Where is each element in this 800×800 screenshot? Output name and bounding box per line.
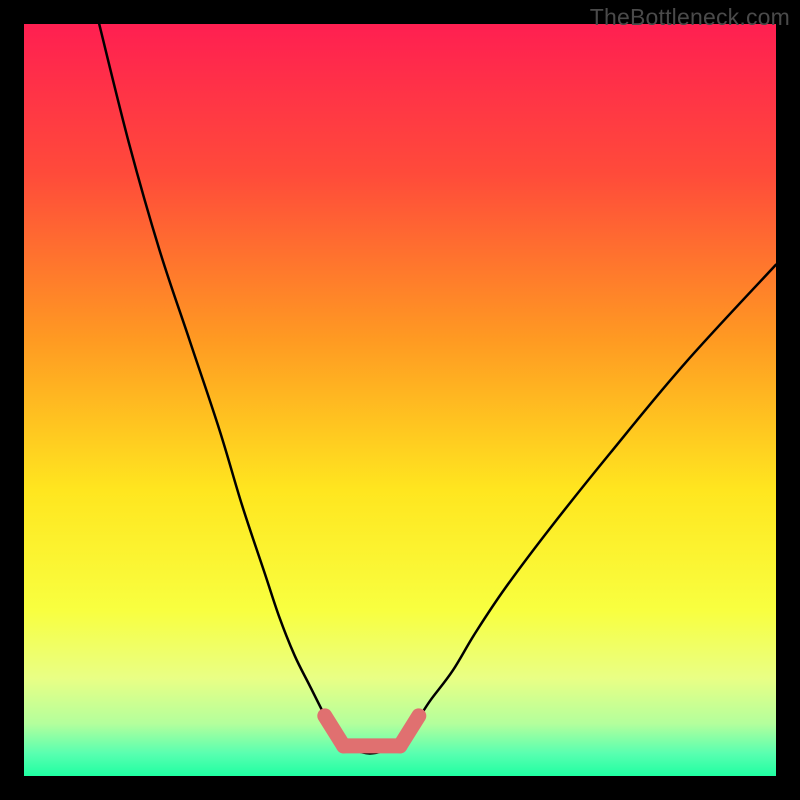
curve-right-branch <box>400 265 776 739</box>
curve-left-branch <box>99 24 340 738</box>
outer-frame: TheBottleneck.com <box>0 0 800 800</box>
watermark-label: TheBottleneck.com <box>590 4 790 31</box>
highlight-right-foot <box>400 716 419 746</box>
plot-area <box>24 24 776 776</box>
plot-svg <box>24 24 776 776</box>
